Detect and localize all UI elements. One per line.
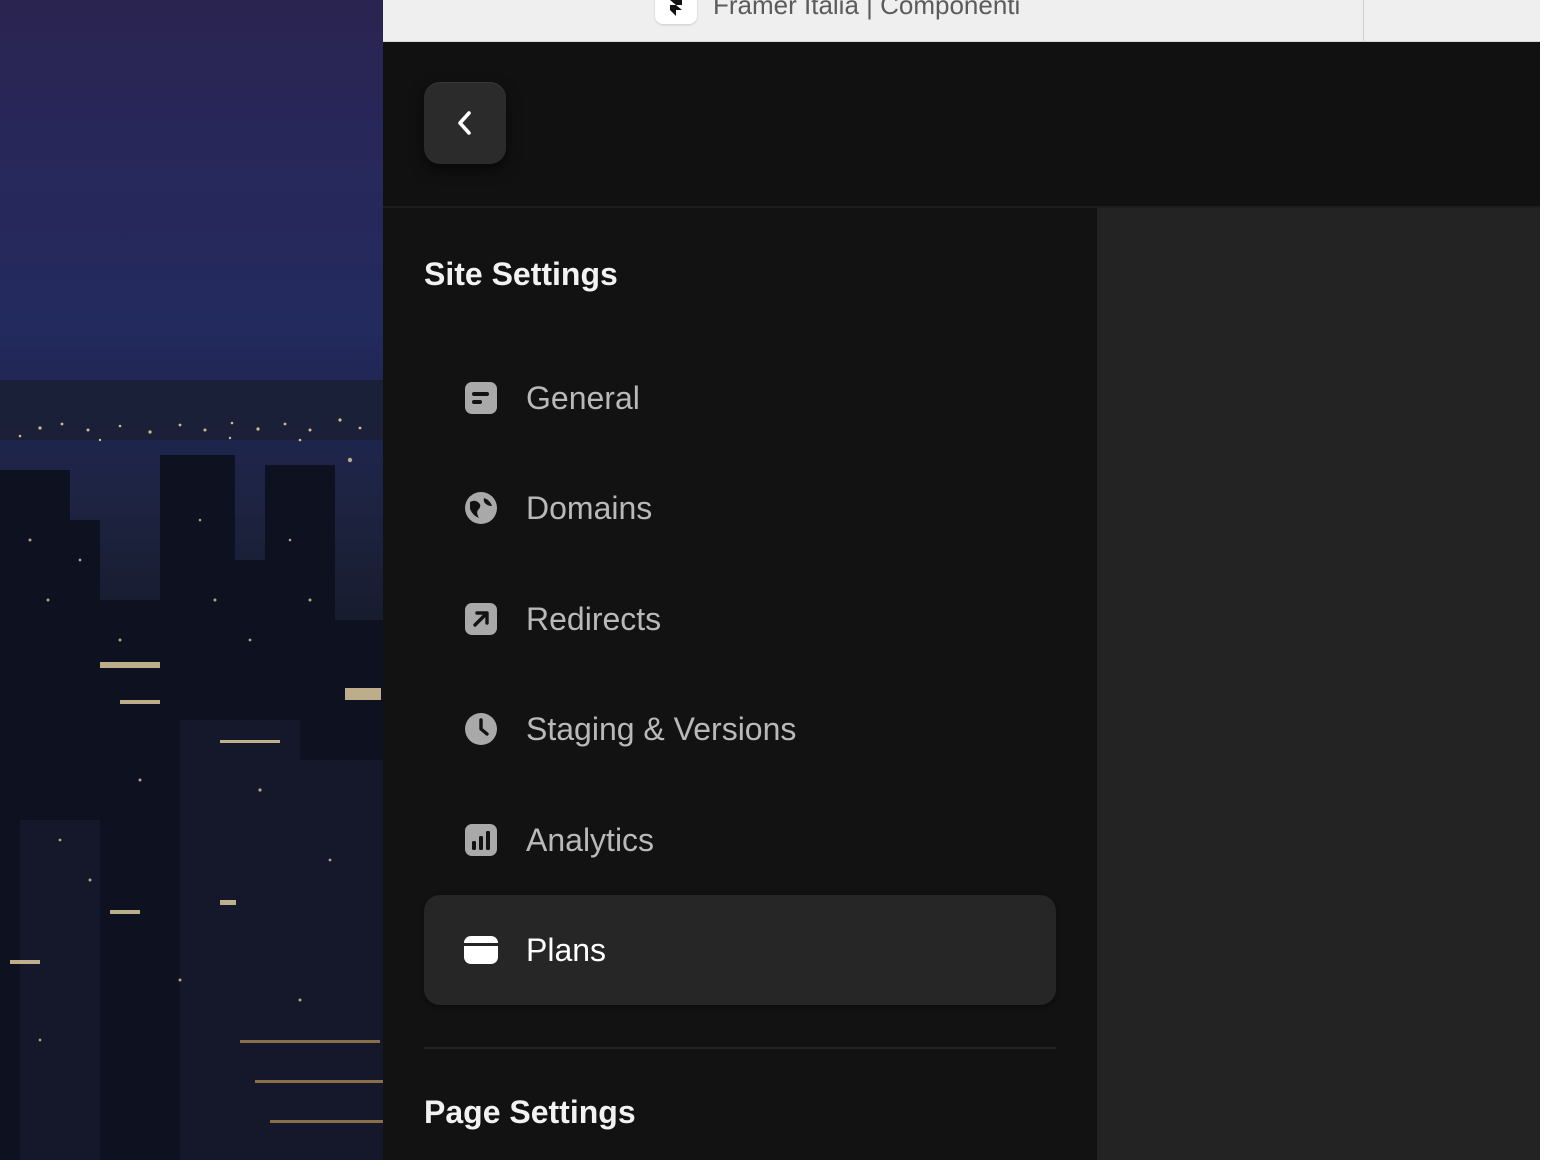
nav-item-plans[interactable]: Plans <box>424 895 1056 1005</box>
back-button[interactable] <box>424 82 506 164</box>
city-skyline-image <box>0 380 383 1160</box>
nav-item-general[interactable]: General <box>424 343 1056 453</box>
page-settings-heading: Page Settings <box>424 1094 636 1130</box>
tab-favicon <box>655 0 697 24</box>
nav-item-label: Analytics <box>526 821 655 858</box>
globe-icon <box>464 491 498 525</box>
tab-divider <box>1363 0 1364 41</box>
nav-item-domains[interactable]: Domains <box>424 453 1056 563</box>
nav-item-redirects[interactable]: Redirects <box>424 564 1056 674</box>
nav-item-label: General <box>526 379 640 416</box>
tab-title[interactable]: Framer Italia | Componenti <box>713 0 1020 21</box>
nav-item-analytics[interactable]: Analytics <box>424 785 1056 895</box>
browser-tab-strip: Framer Italia | Componenti <box>383 0 1540 42</box>
section-divider <box>424 1047 1056 1049</box>
clock-icon <box>464 712 498 746</box>
site-settings-heading: Site Settings <box>424 256 618 292</box>
nav-item-staging-versions[interactable]: Staging & Versions <box>424 674 1056 784</box>
nav-item-label: Staging & Versions <box>526 710 797 747</box>
card-icon <box>464 933 498 967</box>
nav-item-label: Domains <box>526 489 653 526</box>
framer-logo-icon <box>670 0 682 16</box>
nav-item-label: Plans <box>526 931 607 968</box>
settings-content-area <box>1097 208 1540 1160</box>
nav-item-label: Redirects <box>526 600 662 637</box>
general-icon <box>464 381 498 415</box>
desktop-wallpaper <box>0 0 383 1160</box>
chevron-left-icon <box>458 111 471 135</box>
redirect-arrow-icon <box>464 602 498 636</box>
window-edge <box>1540 0 1559 1160</box>
settings-window: Site Settings General Domains Redirects … <box>383 42 1540 1160</box>
settings-sidebar: Site Settings General Domains Redirects … <box>383 209 1097 1160</box>
analytics-icon <box>464 823 498 857</box>
